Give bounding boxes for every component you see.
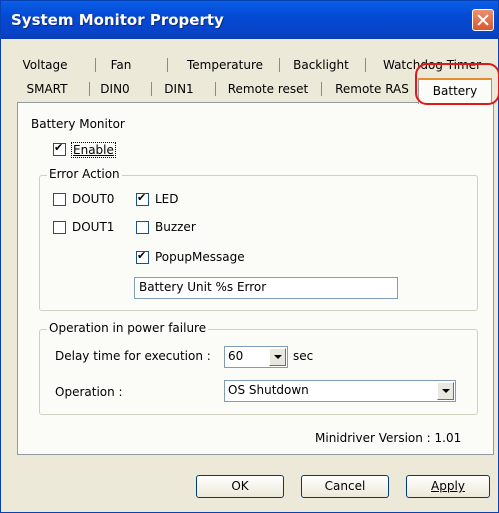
enable-checkbox[interactable] xyxy=(53,141,66,156)
tab-remote-ras[interactable]: Remote RAS xyxy=(325,80,419,99)
tab-din1[interactable]: DIN1 xyxy=(155,80,203,99)
dout0-label: DOUT0 xyxy=(72,192,115,206)
tab-smart[interactable]: SMART xyxy=(15,80,79,99)
tab-separator xyxy=(215,82,216,96)
tab-separator xyxy=(321,82,322,96)
ok-button[interactable]: OK xyxy=(196,475,284,498)
led-label: LED xyxy=(155,192,179,206)
delay-label: Delay time for execution : xyxy=(55,349,211,363)
dout1-checkbox[interactable] xyxy=(53,221,66,234)
window-title: System Monitor Property xyxy=(11,11,224,29)
cancel-button[interactable]: Cancel xyxy=(301,475,389,498)
delay-value: 60 xyxy=(228,349,244,363)
dialog-window: System Monitor Property Voltage Fan Temp… xyxy=(0,0,499,513)
led-checkbox[interactable] xyxy=(136,191,149,206)
delay-unit-label: sec xyxy=(293,349,314,363)
chevron-down-icon[interactable] xyxy=(269,348,286,366)
buzzer-checkbox[interactable] xyxy=(136,221,149,234)
tab-voltage[interactable]: Voltage xyxy=(15,56,75,75)
minidriver-version: Minidriver Version : 1.01 xyxy=(315,431,462,445)
tab-separator xyxy=(365,58,366,72)
dout1-label: DOUT1 xyxy=(72,220,115,234)
error-action-legend: Error Action xyxy=(47,167,122,181)
popup-message-label: PopupMessage xyxy=(155,250,245,264)
power-failure-group xyxy=(39,329,478,415)
tab-fan[interactable]: Fan xyxy=(99,56,143,75)
close-icon[interactable] xyxy=(472,9,494,31)
battery-tab-highlight xyxy=(415,63,499,105)
tab-separator xyxy=(279,58,280,72)
delay-select[interactable]: 60 xyxy=(224,346,288,368)
operation-value: OS Shutdown xyxy=(228,383,309,397)
enable-label[interactable]: Enable xyxy=(71,142,116,158)
apply-button[interactable]: Apply xyxy=(406,475,490,498)
tab-separator xyxy=(89,82,90,96)
chevron-down-icon[interactable] xyxy=(437,382,454,400)
popup-message-input[interactable]: Battery Unit %s Error xyxy=(134,277,398,299)
tab-remote-reset[interactable]: Remote reset xyxy=(219,80,317,99)
tab-separator xyxy=(167,58,168,72)
tab-backlight[interactable]: Backlight xyxy=(283,56,359,75)
tab-temperature[interactable]: Temperature xyxy=(173,56,277,75)
title-bar[interactable]: System Monitor Property xyxy=(1,1,498,39)
operation-select[interactable]: OS Shutdown xyxy=(224,380,456,402)
operation-label: Operation : xyxy=(55,385,123,399)
tab-separator xyxy=(95,58,96,72)
power-failure-legend: Operation in power failure xyxy=(47,321,209,335)
buzzer-label: Buzzer xyxy=(155,220,196,234)
tab-separator xyxy=(151,82,152,96)
tab-din0[interactable]: DIN0 xyxy=(93,80,137,99)
popup-message-checkbox[interactable] xyxy=(136,249,149,264)
dout0-checkbox[interactable] xyxy=(53,193,66,206)
battery-monitor-label: Battery Monitor xyxy=(31,117,125,131)
